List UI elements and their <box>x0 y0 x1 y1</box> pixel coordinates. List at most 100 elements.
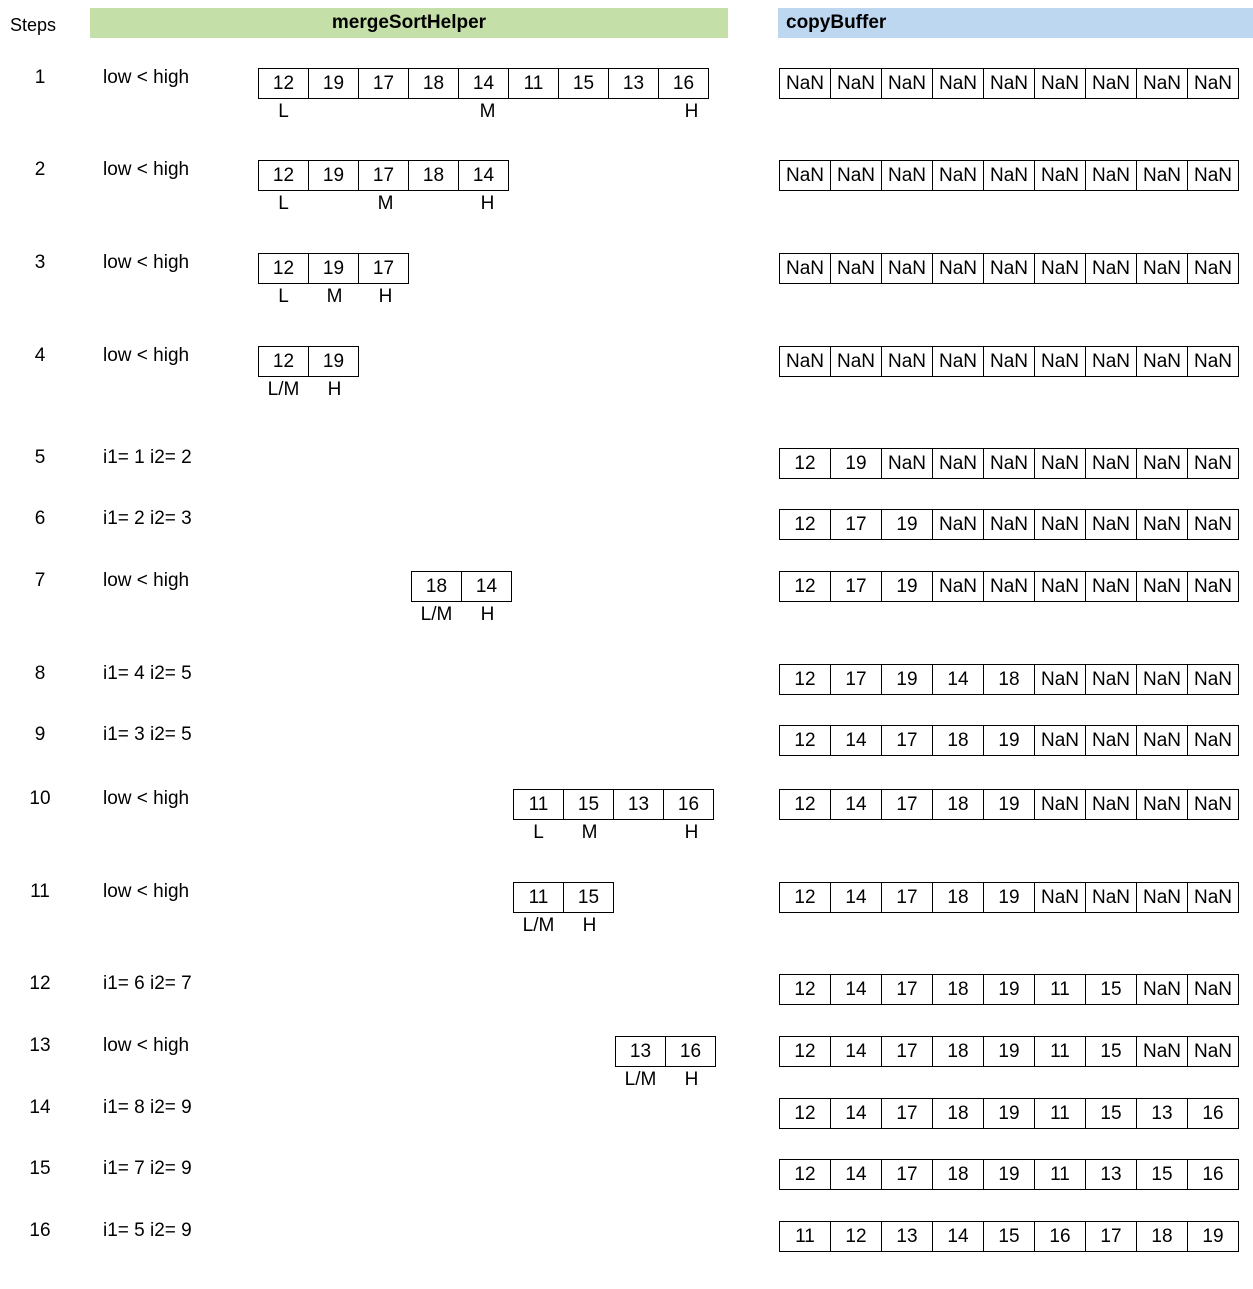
step-number: 9 <box>34 724 46 745</box>
merge-sort-array: 13 16 <box>615 1036 716 1067</box>
boundary-marker: M <box>479 101 496 122</box>
buffer-cell: NaN <box>1136 882 1188 913</box>
step-condition: i1= 3 i2= 5 <box>103 724 192 745</box>
buffer-cell: 18 <box>932 725 984 756</box>
step-number: 4 <box>34 345 46 366</box>
boundary-marker: H <box>684 822 699 843</box>
array-cell: 12 <box>258 68 309 99</box>
buffer-cell: NaN <box>830 160 882 191</box>
buffer-cell: NaN <box>983 346 1035 377</box>
copy-buffer-array: 12 19 NaN NaN NaN NaN NaN NaN NaN <box>779 448 1239 479</box>
array-cell: 12 <box>258 253 309 284</box>
array-cell: 12 <box>258 160 309 191</box>
buffer-cell: 18 <box>983 664 1035 695</box>
buffer-cell: 18 <box>932 1036 984 1067</box>
copy-buffer-array: 12 14 17 18 19 11 15 NaN NaN <box>779 974 1239 1005</box>
buffer-cell: NaN <box>1085 346 1137 377</box>
buffer-cell: 11 <box>1034 974 1086 1005</box>
buffer-cell: NaN <box>1136 974 1188 1005</box>
boundary-marker: H <box>582 915 597 936</box>
buffer-cell: NaN <box>932 448 984 479</box>
buffer-cell: NaN <box>932 571 984 602</box>
buffer-cell: 14 <box>932 664 984 695</box>
buffer-cell: 18 <box>1136 1221 1188 1252</box>
copy-buffer-array: 12 17 19 NaN NaN NaN NaN NaN NaN <box>779 571 1239 602</box>
buffer-cell: NaN <box>1034 509 1086 540</box>
array-cell: 19 <box>308 68 359 99</box>
buffer-cell: NaN <box>1187 882 1239 913</box>
boundary-marker: L/M <box>522 915 555 936</box>
buffer-cell: 17 <box>881 725 933 756</box>
buffer-cell: 14 <box>830 789 882 820</box>
step-number: 8 <box>34 663 46 684</box>
buffer-cell: 19 <box>983 1098 1035 1129</box>
step-number: 11 <box>30 881 50 902</box>
buffer-cell: NaN <box>932 68 984 99</box>
buffer-cell: 19 <box>983 725 1035 756</box>
buffer-cell: NaN <box>1136 725 1188 756</box>
step-condition: low < high <box>103 67 190 88</box>
copy-buffer-array: NaN NaN NaN NaN NaN NaN NaN NaN NaN <box>779 160 1239 191</box>
step-condition: i1= 7 i2= 9 <box>103 1158 192 1179</box>
buffer-cell: 19 <box>830 448 882 479</box>
merge-sort-array: 12 19 17 18 14 <box>258 160 509 191</box>
array-cell: 15 <box>563 882 614 913</box>
buffer-cell: NaN <box>1187 1036 1239 1067</box>
step-condition: low < high <box>103 1035 190 1056</box>
buffer-cell: NaN <box>1136 160 1188 191</box>
copy-buffer-array: 12 14 17 18 19 NaN NaN NaN NaN <box>779 789 1239 820</box>
buffer-cell: NaN <box>1187 509 1239 540</box>
buffer-cell: 13 <box>1085 1159 1137 1190</box>
copy-buffer-array: NaN NaN NaN NaN NaN NaN NaN NaN NaN <box>779 253 1239 284</box>
buffer-cell: NaN <box>1136 571 1188 602</box>
buffer-cell: NaN <box>932 346 984 377</box>
array-cell: 14 <box>458 160 509 191</box>
buffer-cell: 17 <box>881 1159 933 1190</box>
buffer-cell: 16 <box>1187 1098 1239 1129</box>
buffer-cell: NaN <box>983 448 1035 479</box>
buffer-cell: 14 <box>830 882 882 913</box>
array-cell: 14 <box>458 68 509 99</box>
copy-buffer-array: 12 17 19 NaN NaN NaN NaN NaN NaN <box>779 509 1239 540</box>
array-cell: 12 <box>258 346 309 377</box>
merge-sort-helper-header: mergeSortHelper <box>90 8 728 38</box>
buffer-cell: 19 <box>881 509 933 540</box>
buffer-cell: 12 <box>779 974 831 1005</box>
merge-sort-array: 11 15 13 16 <box>513 789 714 820</box>
buffer-cell: NaN <box>1034 882 1086 913</box>
boundary-marker: M <box>326 286 343 307</box>
copy-buffer-header: copyBuffer <box>778 8 1253 38</box>
buffer-cell: NaN <box>983 68 1035 99</box>
merge-sort-helper-title: mergeSortHelper <box>331 12 487 33</box>
boundary-marker: H <box>684 1069 699 1090</box>
buffer-cell: 13 <box>881 1221 933 1252</box>
buffer-cell: NaN <box>1085 448 1137 479</box>
buffer-cell: 19 <box>983 1159 1035 1190</box>
buffer-cell: NaN <box>881 68 933 99</box>
array-cell: 19 <box>308 253 359 284</box>
step-condition: low < high <box>103 788 190 809</box>
copy-buffer-array: 12 14 17 18 19 11 15 13 16 <box>779 1098 1239 1129</box>
merge-sort-array: 11 15 <box>513 882 614 913</box>
buffer-cell: 19 <box>983 974 1035 1005</box>
buffer-cell: 17 <box>830 664 882 695</box>
buffer-cell: 15 <box>1085 1098 1137 1129</box>
step-condition: low < high <box>103 252 190 273</box>
buffer-cell: NaN <box>1034 571 1086 602</box>
copy-buffer-array: 12 14 17 18 19 11 13 15 16 <box>779 1159 1239 1190</box>
boundary-marker: H <box>327 379 342 400</box>
copy-buffer-array: NaN NaN NaN NaN NaN NaN NaN NaN NaN <box>779 346 1239 377</box>
buffer-cell: 12 <box>779 725 831 756</box>
buffer-cell: 17 <box>830 571 882 602</box>
buffer-cell: NaN <box>983 509 1035 540</box>
step-number: 12 <box>29 973 51 994</box>
array-cell: 17 <box>358 160 409 191</box>
buffer-cell: 14 <box>932 1221 984 1252</box>
copy-buffer-array: 11 12 13 14 15 16 17 18 19 <box>779 1221 1239 1252</box>
buffer-cell: 17 <box>830 509 882 540</box>
buffer-cell: NaN <box>881 448 933 479</box>
buffer-cell: NaN <box>779 160 831 191</box>
buffer-cell: 12 <box>779 664 831 695</box>
buffer-cell: 18 <box>932 1159 984 1190</box>
buffer-cell: 12 <box>779 882 831 913</box>
